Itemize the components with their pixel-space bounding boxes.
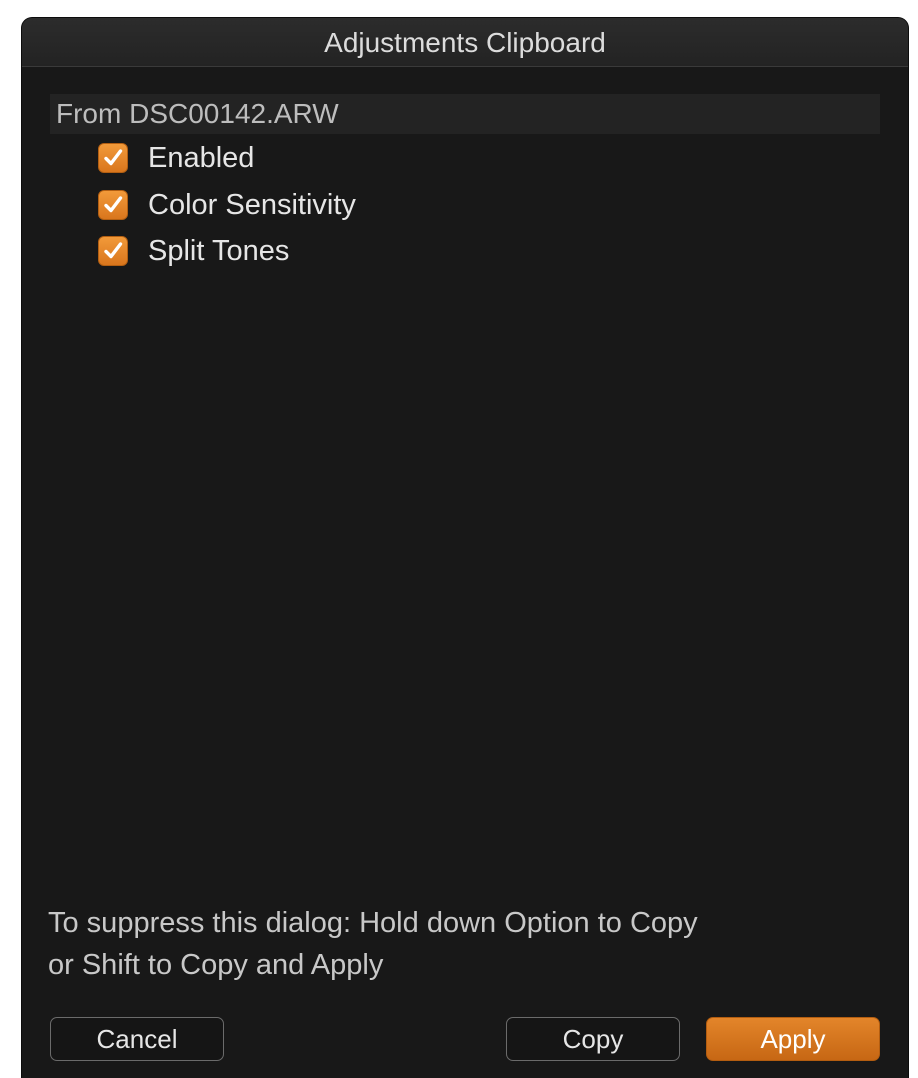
apply-button[interactable]: Apply [706, 1017, 880, 1061]
option-label: Enabled [148, 142, 255, 174]
hint-line-2: or Shift to Copy and Apply [48, 949, 384, 981]
dialog-title: Adjustments Clipboard [22, 18, 908, 67]
checkmark-icon [104, 242, 123, 259]
option-split-tones[interactable]: Split Tones [98, 233, 289, 269]
option-label: Color Sensitivity [148, 189, 356, 221]
checkmark-icon [104, 196, 123, 213]
option-label: Split Tones [148, 235, 290, 267]
adjustments-clipboard-dialog: Adjustments Clipboard From DSC00142.ARW … [22, 18, 908, 1078]
enabled-checkbox[interactable] [98, 143, 128, 173]
cancel-button[interactable]: Cancel [50, 1017, 224, 1061]
suppress-hint: To suppress this dialog: Hold down Optio… [48, 902, 888, 986]
split-tones-checkbox[interactable] [98, 236, 128, 266]
option-enabled[interactable]: Enabled [98, 140, 254, 176]
copy-button[interactable]: Copy [506, 1017, 680, 1061]
source-file-header: From DSC00142.ARW [50, 94, 880, 134]
hint-line-1: To suppress this dialog: Hold down Optio… [48, 907, 698, 939]
option-color-sensitivity[interactable]: Color Sensitivity [98, 187, 356, 223]
checkmark-icon [104, 149, 123, 166]
color-sensitivity-checkbox[interactable] [98, 190, 128, 220]
